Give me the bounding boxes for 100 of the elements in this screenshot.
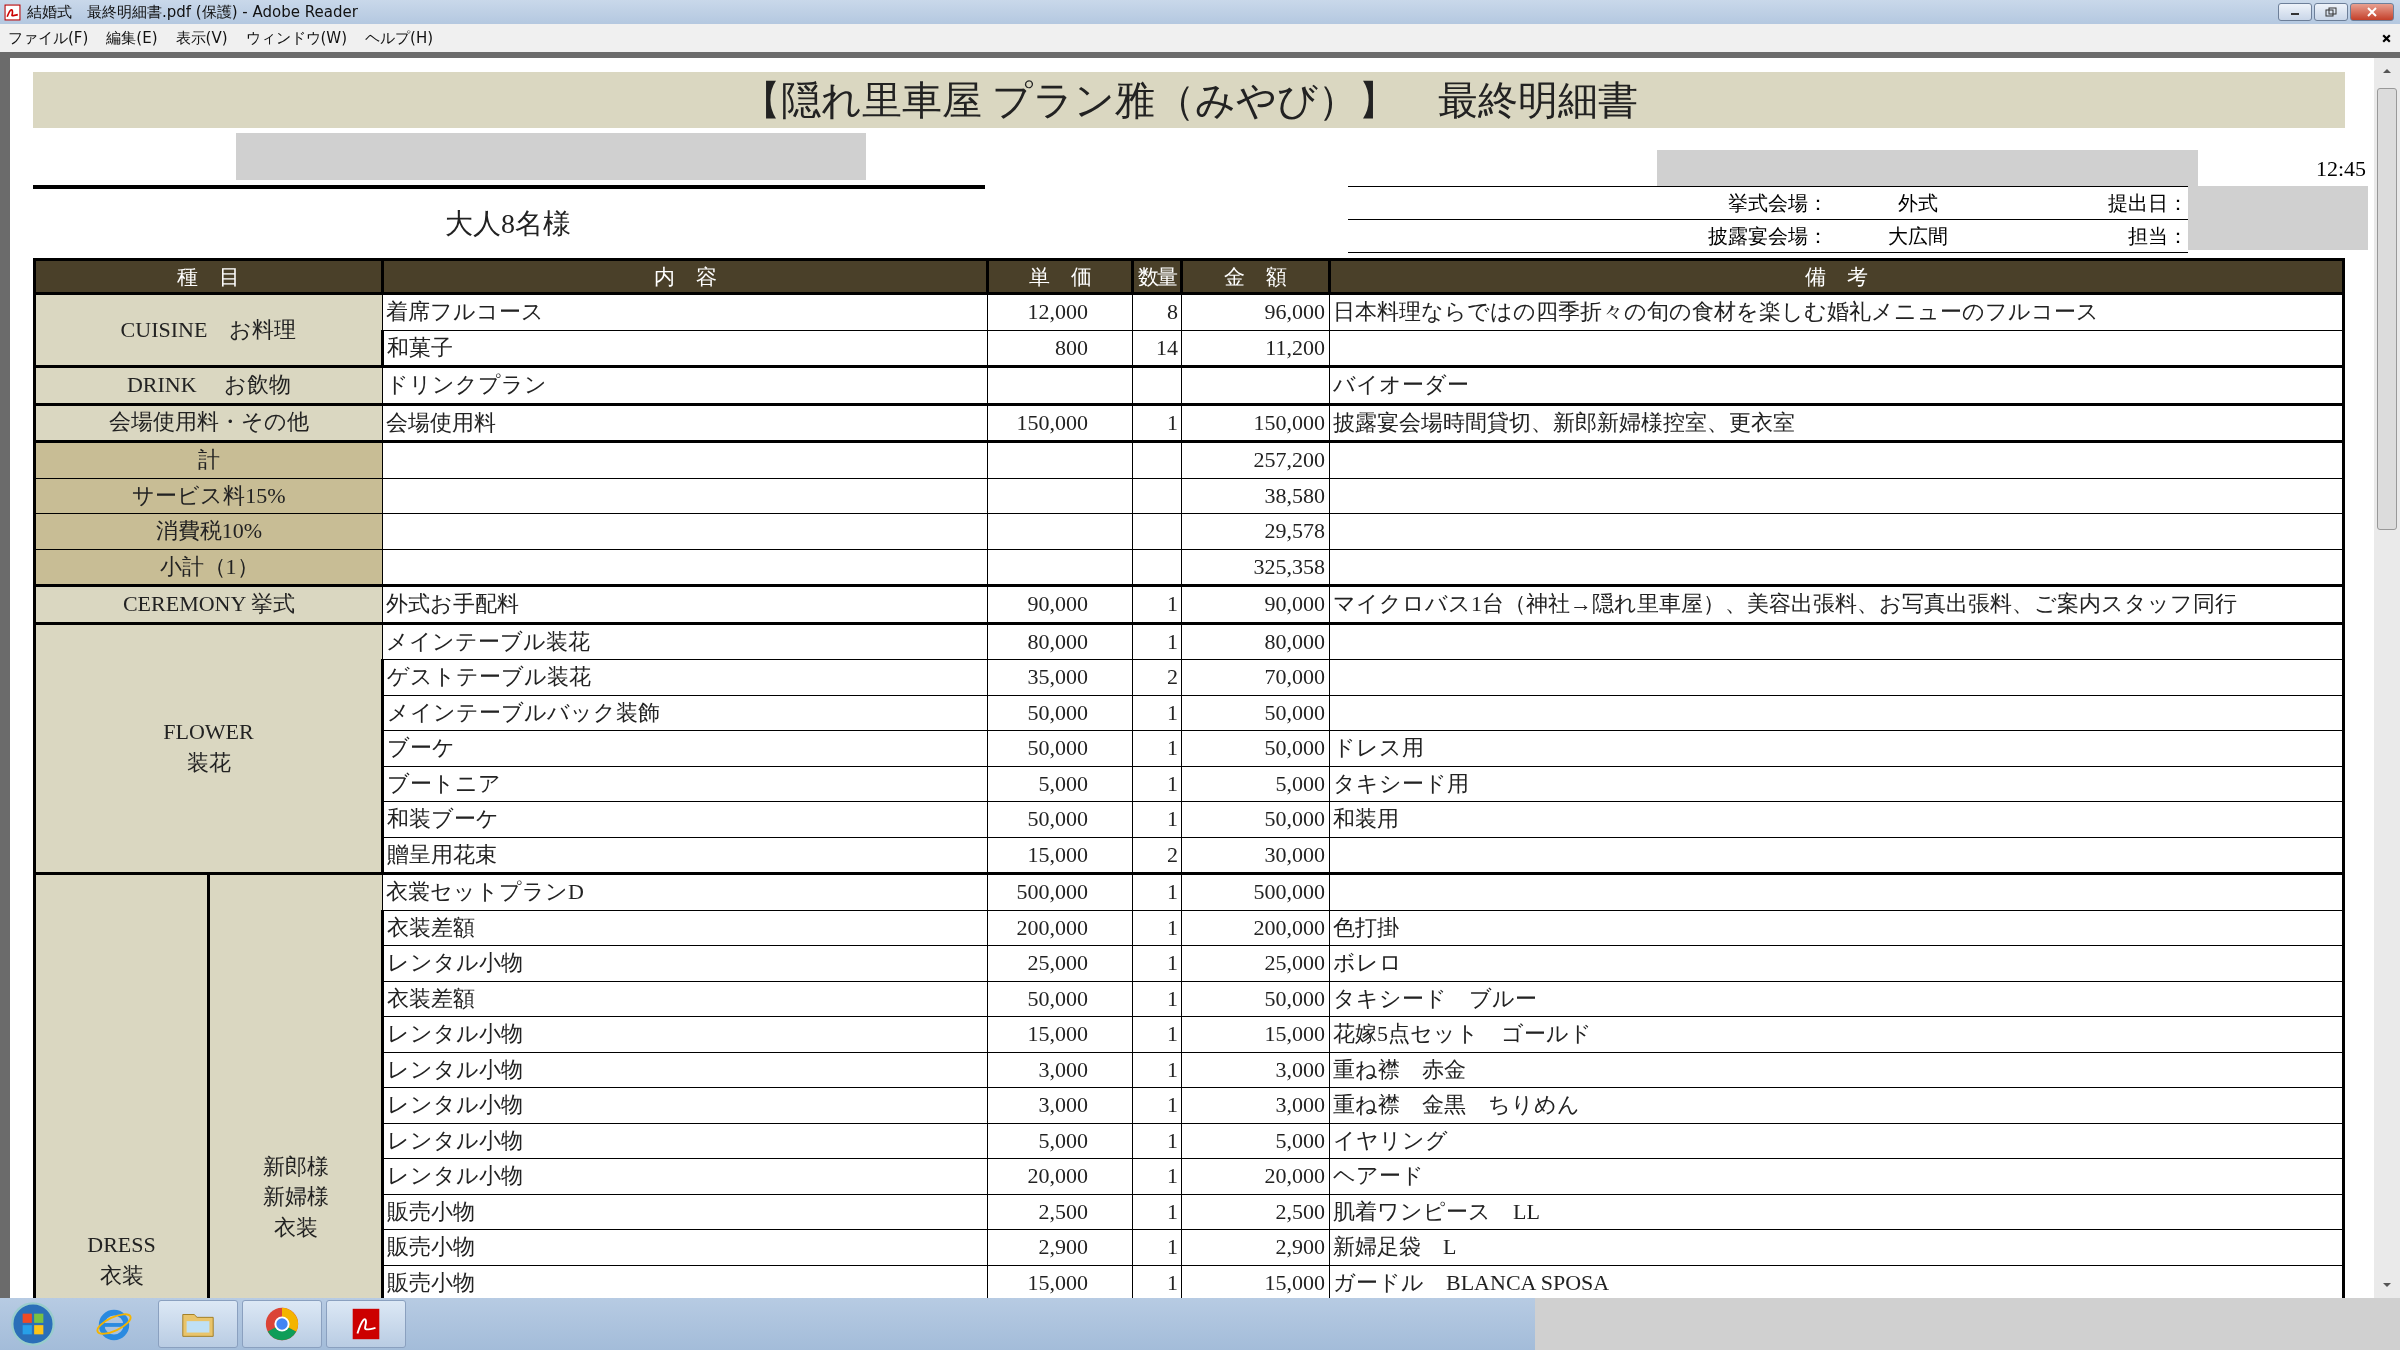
table-cell: メインテーブル装花 <box>382 623 988 660</box>
table-cell: 花嫁5点セット ゴールド <box>1329 1016 2344 1052</box>
table-cell: 5,000 <box>1181 766 1330 802</box>
table-cell: 衣装差額 <box>382 981 988 1017</box>
summary-label: 計 <box>34 441 383 478</box>
table-cell: 3,000 <box>987 1052 1133 1088</box>
table-cell: ドリンクプラン <box>382 366 988 404</box>
table-cell: 3,000 <box>987 1087 1133 1123</box>
table-cell: 200,000 <box>987 910 1133 946</box>
table-cell: 販売小物 <box>382 1229 988 1265</box>
table-cell: 衣装差額 <box>382 910 988 946</box>
table-cell: ゲストテーブル装花 <box>382 659 988 695</box>
table-cell: 衣裳セットプランD <box>382 873 988 910</box>
close-icon[interactable] <box>2381 32 2392 44</box>
table-cell: 50,000 <box>1181 695 1330 731</box>
table-cell: 1 <box>1132 695 1182 731</box>
pdf-file-icon <box>4 3 21 21</box>
table-cell: ヘアード <box>1329 1158 2344 1194</box>
table-cell: 29,578 <box>1181 513 1330 549</box>
table-cell: 外式お手配料 <box>382 585 988 623</box>
table-cell: 2,900 <box>987 1229 1133 1265</box>
column-header: 種 目 <box>34 259 383 294</box>
summary-label: 消費税10% <box>34 513 383 549</box>
table-cell: 重ね襟 金黒 ちりめん <box>1329 1087 2344 1123</box>
table-cell: 2,900 <box>1181 1229 1330 1265</box>
table-cell: ドレス用 <box>1329 730 2344 766</box>
time-label: 12:45 <box>2315 156 2366 182</box>
table-cell: 35,000 <box>987 659 1133 695</box>
menu-item[interactable]: ファイル(F) <box>8 28 89 48</box>
table-cell: 5,000 <box>987 766 1133 802</box>
table-cell: 38,580 <box>1181 478 1330 514</box>
table-cell: 25,000 <box>1181 945 1330 981</box>
menu-item[interactable]: 表示(V) <box>175 28 228 48</box>
menu-item[interactable]: ヘルプ(H) <box>365 28 434 48</box>
table-cell: 重ね襟 赤金 <box>1329 1052 2344 1088</box>
table-cell: ボレロ <box>1329 945 2344 981</box>
table-cell: ブートニア <box>382 766 988 802</box>
table-cell: レンタル小物 <box>382 945 988 981</box>
table-cell: 1 <box>1132 623 1182 660</box>
category-cell: 新郎様 新婦様 衣装 <box>208 873 383 1298</box>
minimize-button[interactable] <box>2278 3 2312 21</box>
table-cell: 150,000 <box>987 404 1133 442</box>
category-cell: DRESS 衣装 <box>34 873 209 1298</box>
table-cell: マイクロバス1台（神社→隠れ里車屋）、美容出張料、お写真出張料、ご案内スタッフ同行 <box>1329 585 2344 623</box>
table-cell: 90,000 <box>987 585 1133 623</box>
table-cell: 1 <box>1132 730 1182 766</box>
table-cell: 25,000 <box>987 945 1133 981</box>
table-cell: 80,000 <box>1181 623 1330 660</box>
table-cell: 50,000 <box>987 801 1133 837</box>
document-title: 【隠れ里車屋 プラン雅（みやび）】 最終明細書 <box>33 72 2345 128</box>
table-cell: 500,000 <box>987 873 1133 910</box>
table-cell: 5,000 <box>987 1123 1133 1159</box>
table-cell: 200,000 <box>1181 910 1330 946</box>
up-arrow-icon[interactable] <box>2382 68 2392 74</box>
table-cell: 会場使用料 <box>382 404 988 442</box>
table-cell: 3,000 <box>1181 1052 1330 1088</box>
close-button[interactable] <box>2350 3 2394 21</box>
table-cell: 1 <box>1132 981 1182 1017</box>
table-cell: 1 <box>1132 1194 1182 1230</box>
table-cell: 和装用 <box>1329 801 2344 837</box>
table-cell: 和菓子 <box>382 330 988 367</box>
table-cell: 50,000 <box>987 695 1133 731</box>
info-value: 大広間 <box>1887 223 1949 249</box>
info-label: 挙式会場： <box>1727 190 1828 216</box>
table-cell: 50,000 <box>1181 730 1330 766</box>
table-cell: 50,000 <box>987 981 1133 1017</box>
table-cell: 1 <box>1132 801 1182 837</box>
table-cell: ブーケ <box>382 730 988 766</box>
table-cell: 1 <box>1132 585 1182 623</box>
category-cell: DRINK お飲物 <box>34 366 383 404</box>
column-header: 金 額 <box>1181 259 1330 294</box>
table-cell: 和装ブーケ <box>382 801 988 837</box>
table-cell: メインテーブルバック装飾 <box>382 695 988 731</box>
table-cell: タキシード ブルー <box>1329 981 2344 1017</box>
table-cell: 肌着ワンピース LL <box>1329 1194 2344 1230</box>
table-cell: 20,000 <box>987 1158 1133 1194</box>
scrollbar-thumb[interactable] <box>2377 88 2397 530</box>
restore-button[interactable] <box>2314 3 2348 21</box>
column-header: 単 価 <box>987 259 1133 294</box>
table-cell: 新婦足袋 L <box>1329 1229 2344 1265</box>
start-orb-icon[interactable] <box>10 1301 56 1347</box>
table-cell: レンタル小物 <box>382 1052 988 1088</box>
taskbar-button[interactable] <box>242 1300 322 1348</box>
table-cell: 1 <box>1132 1052 1182 1088</box>
info-value: 外式 <box>1897 190 1939 216</box>
table-cell: 1 <box>1132 910 1182 946</box>
table-cell: 150,000 <box>1181 404 1330 442</box>
menu-item[interactable]: ウィンドウ(W) <box>245 28 348 48</box>
guest-count: 大人8名様 <box>445 207 572 241</box>
table-cell: タキシード用 <box>1329 766 2344 802</box>
taskbar-button[interactable] <box>326 1300 406 1348</box>
category-cell: CUISINE お料理 <box>34 293 383 367</box>
menu-item[interactable]: 編集(E) <box>106 28 158 48</box>
down-arrow-icon[interactable] <box>2382 1282 2392 1288</box>
table-cell: 50,000 <box>987 730 1133 766</box>
table-cell: 2 <box>1132 659 1182 695</box>
table-cell: 色打掛 <box>1329 910 2344 946</box>
table-cell: 20,000 <box>1181 1158 1330 1194</box>
table-cell: 2,500 <box>1181 1194 1330 1230</box>
summary-label: 小計（1） <box>34 549 383 586</box>
